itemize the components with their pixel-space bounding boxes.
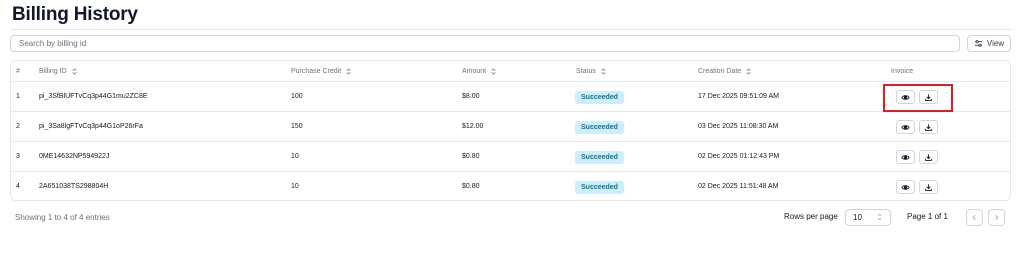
chevron-left-icon	[972, 215, 976, 220]
chevron-up-down-icon	[877, 213, 882, 221]
amount: $8.00	[462, 93, 480, 100]
col-header-label: Creation Date	[698, 68, 742, 75]
billing-id: pi_3Sa8lgFTvCq3p44G1oP26rFa	[39, 123, 143, 130]
col-header-label: Billing ID	[39, 68, 67, 75]
rows-per-page-label: Rows per page	[784, 212, 838, 221]
creation-date: 02 Dec 2025 11:51:48 AM	[698, 183, 779, 190]
col-header-label: Amount	[462, 68, 487, 75]
sort-icon	[72, 68, 77, 75]
eye-icon	[901, 124, 910, 130]
eye-icon	[901, 154, 910, 160]
table-row: 4 2A651038TS298804H 10 $0.80 Succeeded 0…	[11, 172, 1010, 200]
status-badge: Succeeded	[575, 91, 624, 104]
col-header-label: Status	[576, 68, 596, 75]
table-row: 3 0ME14632NP594922J 10 $0.80 Succeeded 0…	[11, 142, 1010, 172]
creation-date: 02 Dec 2025 01:12:43 PM	[698, 153, 780, 160]
title-divider	[10, 29, 1011, 30]
sort-icon	[601, 68, 606, 75]
sort-icon	[746, 68, 751, 75]
eye-icon	[901, 184, 910, 190]
creation-date: 17 Dec 2025 09:51:09 AM	[698, 93, 779, 100]
download-invoice-button[interactable]	[919, 150, 938, 164]
search-input[interactable]	[10, 35, 960, 52]
highlight-box	[883, 84, 953, 112]
next-page-button[interactable]	[988, 209, 1005, 226]
table-row: 1 pi_3SfBlUFTvCq3p44G1mu2ZC8E 100 $8.00 …	[11, 82, 1010, 112]
prev-page-button[interactable]	[966, 209, 983, 226]
amount: $0.80	[462, 183, 480, 190]
view-button-label: View	[986, 39, 1005, 48]
download-icon	[925, 153, 932, 161]
download-icon	[925, 183, 932, 191]
col-header-label: Purchase Credit	[291, 68, 342, 75]
col-header-billing-id[interactable]: Billing ID	[39, 61, 78, 82]
row-number: 3	[16, 153, 20, 160]
row-number: 4	[16, 183, 20, 190]
download-invoice-button[interactable]	[919, 180, 938, 194]
col-header-number: #	[16, 61, 20, 82]
rows-per-page-value: 10	[853, 213, 862, 222]
amount: $12.00	[462, 123, 484, 130]
entries-summary: Showing 1 to 4 of 4 entries	[15, 213, 110, 222]
chevron-right-icon	[995, 215, 999, 220]
view-invoice-button[interactable]	[896, 120, 915, 134]
view-invoice-button[interactable]	[896, 180, 915, 194]
row-number: 1	[16, 93, 20, 100]
col-header-amount[interactable]: Amount	[462, 61, 497, 82]
purchase-credit: 100	[291, 93, 303, 100]
billing-id: pi_3SfBlUFTvCq3p44G1mu2ZC8E	[39, 93, 148, 100]
col-header-status[interactable]: Status	[576, 61, 607, 82]
sort-icon	[491, 68, 496, 75]
purchase-credit: 10	[291, 183, 299, 190]
view-button[interactable]: View	[967, 35, 1011, 52]
col-header-creation-date[interactable]: Creation Date	[698, 61, 752, 82]
billing-id: 0ME14632NP594922J	[39, 153, 110, 160]
col-header-invoice: Invoice	[891, 61, 913, 82]
purchase-credit: 150	[291, 123, 303, 130]
col-header-label: Invoice	[891, 68, 914, 75]
status-badge: Succeeded	[575, 181, 624, 194]
row-number: 2	[16, 123, 20, 130]
sliders-icon	[974, 40, 982, 47]
status-badge: Succeeded	[575, 121, 624, 134]
page-title: Billing History	[12, 4, 138, 25]
sort-icon	[346, 68, 351, 75]
view-invoice-button[interactable]	[896, 150, 915, 164]
download-icon	[925, 123, 932, 131]
billing-id: 2A651038TS298804H	[39, 183, 109, 190]
rows-per-page-select[interactable]: 10	[845, 209, 891, 226]
table-row: 2 pi_3Sa8lgFTvCq3p44G1oP26rFa 150 $12.00…	[11, 112, 1010, 142]
purchase-credit: 10	[291, 153, 299, 160]
amount: $0.80	[462, 153, 480, 160]
creation-date: 03 Dec 2025 11:08:30 AM	[698, 123, 779, 130]
col-header-label: #	[16, 68, 20, 75]
col-header-purchase-credit[interactable]: Purchase Credit	[291, 61, 352, 82]
status-badge: Succeeded	[575, 151, 624, 164]
table-header: # Billing ID Purchase Credit Amount Stat…	[11, 61, 1010, 82]
billing-table: # Billing ID Purchase Credit Amount Stat…	[10, 60, 1011, 201]
page-info: Page 1 of 1	[907, 212, 948, 221]
download-invoice-button[interactable]	[919, 120, 938, 134]
